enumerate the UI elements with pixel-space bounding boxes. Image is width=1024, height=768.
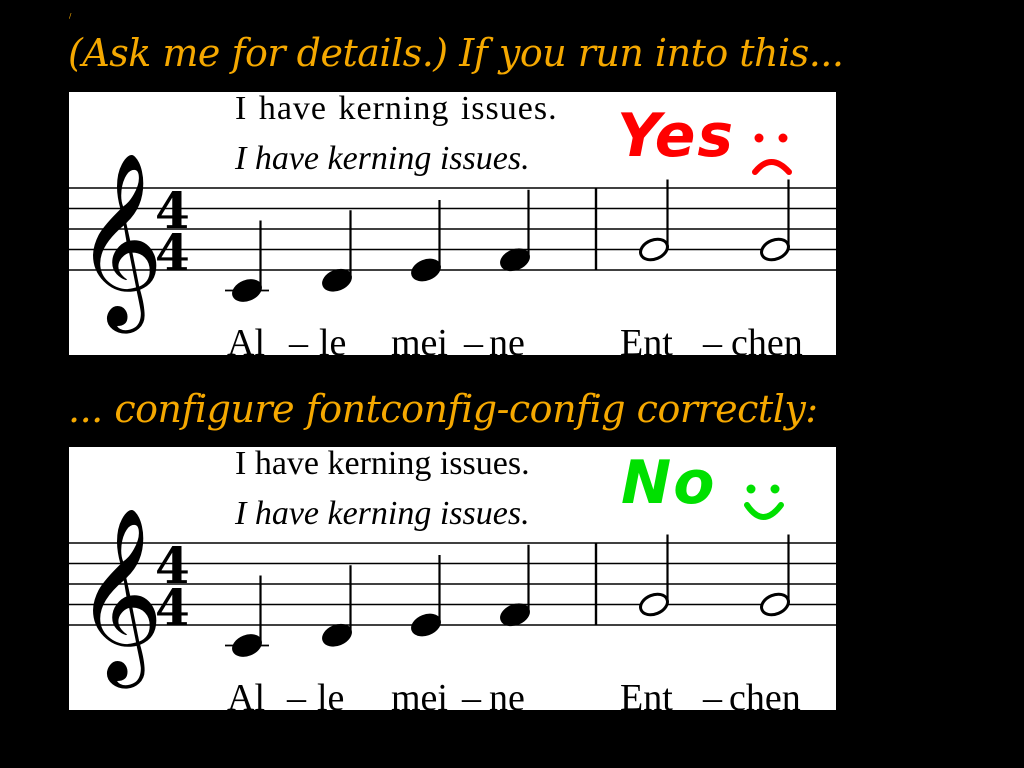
no-annotation: No: [621, 448, 717, 518]
lyric-syllable: Al: [227, 677, 265, 710]
quarter-note: [232, 634, 262, 657]
treble-clef-icon: 𝄞: [75, 152, 164, 334]
lyric-syllable: mei: [391, 322, 448, 355]
half-note: [760, 237, 790, 262]
lyric-hyphen: –: [287, 677, 306, 710]
lyric-syllable: chen: [731, 322, 803, 355]
lyric-hyphen: –: [703, 322, 722, 355]
lyric-syllable: le: [319, 322, 347, 355]
time-signature-bottom: 4: [155, 223, 190, 282]
score-panel-good: I have kerning issues. I have kerning is…: [69, 447, 836, 710]
sad-face-icon: [752, 133, 792, 175]
lyric-syllable: mei: [391, 677, 448, 710]
lyric-syllable: le: [317, 677, 345, 710]
treble-clef-icon: 𝄞: [75, 507, 164, 689]
lyric-syllable: chen: [729, 677, 801, 710]
quarter-note: [232, 279, 262, 302]
half-note: [760, 592, 790, 617]
lyric-hyphen: –: [462, 677, 481, 710]
yes-annotation: Yes: [617, 101, 736, 171]
lyric-hyphen: –: [289, 322, 308, 355]
half-note: [639, 592, 669, 617]
music-staff: 𝄞44: [69, 507, 836, 689]
quarter-note: [411, 613, 441, 637]
lyric-syllable: ne: [489, 677, 525, 710]
lyric-syllable: Al: [227, 322, 265, 355]
heading-solution: ... configure fontconfig-config correctl…: [68, 387, 818, 431]
time-signature-bottom: 4: [155, 578, 190, 637]
lyric-syllable: ne: [489, 322, 525, 355]
score-panel-bad: I have kerning issues. I have kerning is…: [69, 92, 836, 355]
half-note: [639, 237, 669, 262]
lyric-syllable: Ent: [620, 677, 673, 710]
lyric-hyphen: –: [464, 322, 483, 355]
quarter-note: [411, 258, 441, 282]
heading-problem: (Ask me for details.) If you run into th…: [68, 31, 844, 75]
happy-face-icon: [744, 484, 784, 520]
lyric-hyphen: –: [703, 677, 722, 710]
corner-mark: /: [69, 12, 72, 20]
lyric-syllable: Ent: [620, 322, 673, 355]
